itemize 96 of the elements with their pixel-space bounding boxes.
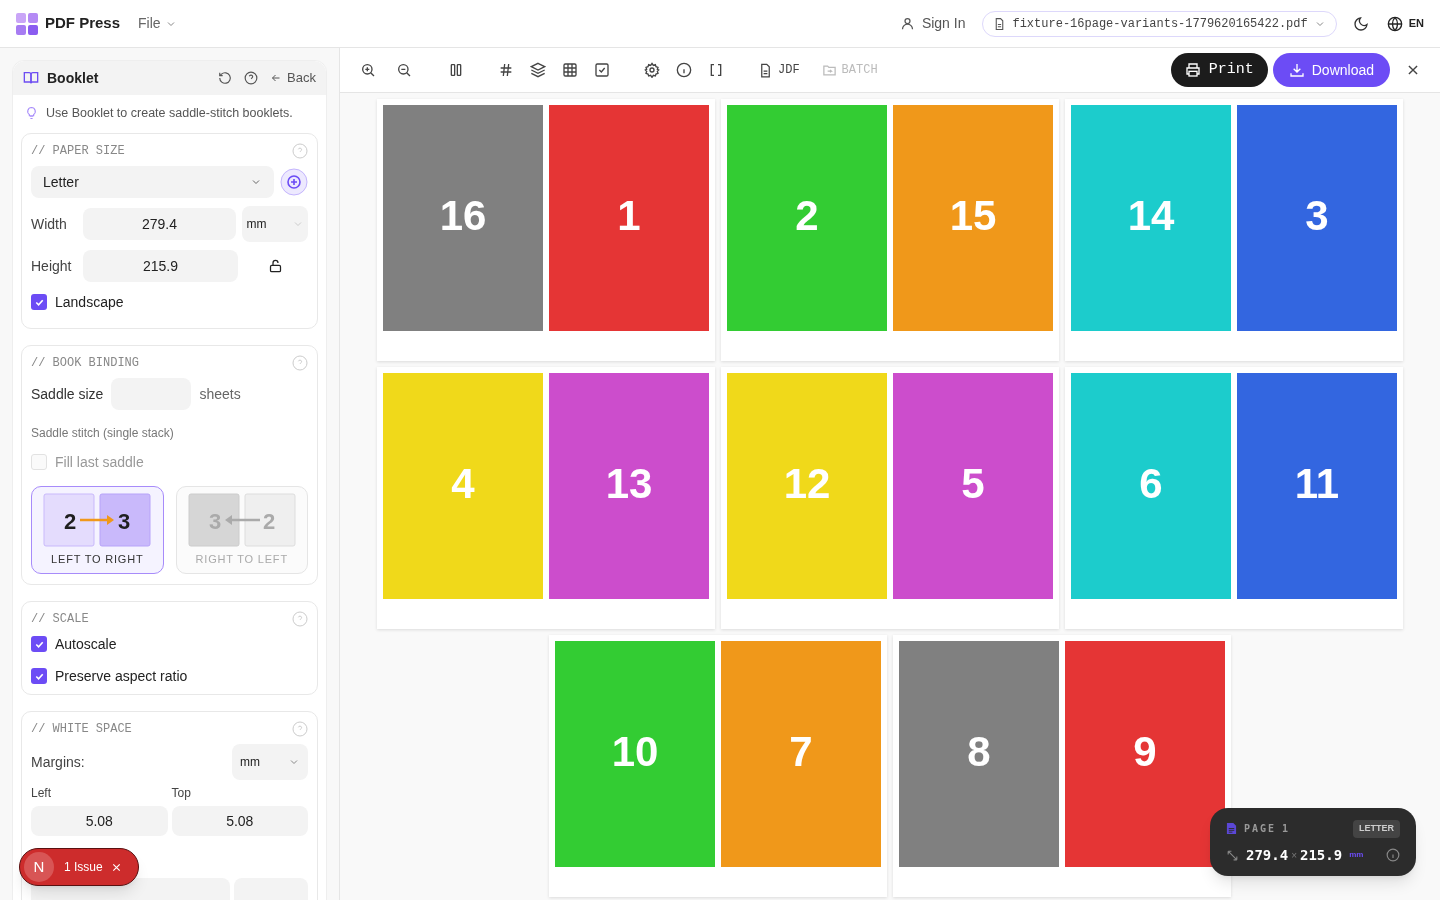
page-number: 1 <box>617 190 641 241</box>
section-heading: // PAPER SIZE <box>31 143 125 160</box>
checkbox[interactable] <box>31 636 47 652</box>
page-number: 6 <box>1139 458 1163 509</box>
layers-icon[interactable] <box>530 62 546 78</box>
checkbox[interactable] <box>31 668 47 684</box>
width-value: 279.4 <box>1246 845 1289 865</box>
arrow-icon <box>80 514 115 525</box>
grid-icon[interactable] <box>562 62 578 78</box>
logo-icon <box>16 12 38 35</box>
page-number: 13 <box>605 458 653 509</box>
paper-size-select[interactable]: Letter <box>31 166 274 198</box>
number-field[interactable]: 5.08 <box>31 806 168 836</box>
issue-toast[interactable]: N 1 Issue <box>19 848 139 886</box>
page-number: 12 <box>783 458 831 509</box>
page-number: 8 <box>967 726 991 777</box>
page-number: 1 <box>1282 822 1289 837</box>
page-number: 11 <box>1294 458 1340 509</box>
panel-title: Booklet <box>47 68 99 88</box>
language-selector[interactable]: EN <box>1386 15 1424 32</box>
back-button[interactable]: Back <box>270 68 316 88</box>
globe-icon <box>1386 15 1403 32</box>
page-number: 3 <box>1305 190 1329 241</box>
print-button[interactable]: Print <box>1170 53 1268 87</box>
page-number: 7 <box>789 726 813 777</box>
settings-icon[interactable] <box>644 62 660 78</box>
close-icon[interactable] <box>110 861 122 873</box>
page-number: 16 <box>439 190 487 241</box>
close-icon[interactable] <box>1406 63 1420 77</box>
checkbox-label: Landscape <box>55 292 124 312</box>
number-field[interactable]: 279.4 <box>82 208 237 240</box>
page-number: 2 <box>795 190 819 241</box>
lightbulb-icon <box>25 106 38 120</box>
arrow-left-icon <box>270 72 283 84</box>
tip-text: Use Booklet to create saddle-stitch booklets. <box>46 104 293 122</box>
unit-select[interactable]: mm <box>242 206 308 242</box>
field-label: Margins: <box>31 752 85 772</box>
file-menu[interactable]: File <box>138 13 177 34</box>
dark-mode-icon[interactable] <box>1352 15 1369 32</box>
field-label: Width <box>31 214 68 234</box>
binding-mode: Saddle stitch (single stack) <box>31 425 175 442</box>
book-icon <box>23 70 39 86</box>
section-heading: // WHITE SPACE <box>31 721 132 738</box>
document-icon <box>758 62 773 78</box>
field-label: Saddle size <box>31 384 104 404</box>
page-number: 4 <box>451 458 475 509</box>
field-label: Left <box>31 785 52 802</box>
user-icon <box>899 16 915 31</box>
help-icon[interactable] <box>244 71 259 85</box>
section-heading: // SCALE <box>31 611 89 628</box>
arrow-icon <box>224 514 260 525</box>
times-sign: × <box>1291 848 1297 863</box>
checkbox-label: Fill last saddle <box>55 452 144 472</box>
columns-icon[interactable] <box>448 62 464 78</box>
info-icon[interactable] <box>676 62 692 78</box>
jdf-button[interactable]: JDF <box>758 61 800 79</box>
field-label: Top <box>171 785 192 802</box>
page-number: 14 <box>1127 190 1175 241</box>
checkbox-icon[interactable] <box>594 62 610 78</box>
checkbox-label: Autoscale <box>55 634 117 654</box>
document-icon <box>1226 822 1237 836</box>
number-field[interactable]: 215.9 <box>83 250 238 282</box>
printer-icon <box>1184 62 1201 78</box>
field-label: Height <box>31 256 73 276</box>
unlock-icon[interactable] <box>268 258 283 274</box>
section-heading: // BOOK BINDING <box>31 355 140 372</box>
checkbox-label: Preserve aspect ratio <box>55 666 188 686</box>
hash-icon[interactable] <box>498 62 514 78</box>
checkbox[interactable] <box>31 294 47 310</box>
download-icon <box>1288 62 1305 78</box>
folder-icon <box>821 62 837 78</box>
zoom-in-icon[interactable] <box>360 62 376 78</box>
avatar-letter: N <box>24 852 54 882</box>
brand-name: PDF Press <box>45 13 121 34</box>
unit-select[interactable]: mm <box>232 744 308 780</box>
page-label: PAGE <box>1244 822 1277 837</box>
zoom-out-icon[interactable] <box>396 62 412 78</box>
page-number: 5 <box>961 458 985 509</box>
binding-direction-option[interactable]: 2 3 LEFT TO RIGHT <box>31 486 164 574</box>
page-number: 9 <box>1133 726 1157 777</box>
unit-label: mm <box>1349 849 1364 861</box>
page-order-drawing: 2 3 <box>43 492 152 547</box>
sign-in-button[interactable]: Sign In <box>899 13 966 34</box>
number-field[interactable]: 5.08 <box>171 806 308 836</box>
paper-size-tag: LETTER <box>1353 820 1400 838</box>
download-button[interactable]: Download <box>1272 53 1390 87</box>
page-number: 15 <box>949 190 997 241</box>
page-number: 10 <box>611 726 659 777</box>
info-icon[interactable] <box>1386 848 1400 862</box>
resize-icon <box>1226 848 1239 862</box>
issue-count: 1 Issue <box>64 859 103 876</box>
height-value: 215.9 <box>1300 845 1343 865</box>
unit-label: sheets <box>199 384 241 404</box>
add-preset-icon[interactable] <box>280 168 308 196</box>
reset-icon[interactable] <box>218 71 233 85</box>
brackets-icon[interactable] <box>708 62 724 78</box>
